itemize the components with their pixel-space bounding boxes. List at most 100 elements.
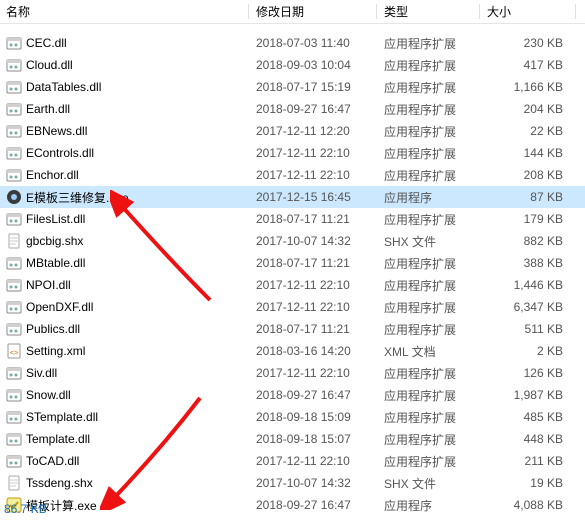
dll-icon: [6, 321, 22, 337]
file-name-label: FilesList.dll: [26, 212, 85, 226]
file-size-cell: 208 KB: [481, 168, 577, 182]
file-row[interactable]: 模板计算.exe2018-09-27 16:47应用程序4,088 KB: [0, 494, 585, 516]
dll-icon: [6, 431, 22, 447]
file-name-cell: E模板三维修复.exe: [0, 189, 250, 206]
file-type-cell: 应用程序扩展: [378, 321, 481, 338]
file-date-cell: 2018-09-03 10:04: [250, 58, 378, 72]
file-row[interactable]: Tssdeng.shx2017-10-07 14:32SHX 文件19 KB: [0, 472, 585, 494]
file-type-cell: 应用程序扩展: [378, 167, 481, 184]
file-size-cell: 1,446 KB: [481, 278, 577, 292]
file-row[interactable]: Snow.dll2018-09-27 16:47应用程序扩展1,987 KB: [0, 384, 585, 406]
file-row[interactable]: ToCAD.dll2017-12-11 22:10应用程序扩展211 KB: [0, 450, 585, 472]
file-name-label: Tssdeng.shx: [26, 476, 93, 490]
file-size-cell: 882 KB: [481, 234, 577, 248]
file-name-cell: MBtable.dll: [0, 255, 250, 271]
file-row[interactable]: Siv.dll2017-12-11 22:10应用程序扩展126 KB: [0, 362, 585, 384]
file-date-cell: 2018-03-16 14:20: [250, 344, 378, 358]
file-name-cell: <> Setting.xml: [0, 343, 250, 359]
column-header-date[interactable]: 修改日期: [250, 0, 378, 23]
file-row[interactable]: <>Setting.xml2018-03-16 14:20XML 文档2 KB: [0, 340, 585, 362]
file-type-cell: XML 文档: [378, 343, 481, 360]
file-name-cell: Earth.dll: [0, 101, 250, 117]
file-name-label: OpenDXF.dll: [26, 300, 93, 314]
file-name-cell: STemplate.dll: [0, 409, 250, 425]
file-type-cell: 应用程序扩展: [378, 101, 481, 118]
file-name-cell: Enchor.dll: [0, 167, 250, 183]
file-row[interactable]: E模板三维修复.exe2017-12-15 16:45应用程序87 KB: [0, 186, 585, 208]
file-type-cell: 应用程序扩展: [378, 409, 481, 426]
dll-icon: [6, 453, 22, 469]
file-row[interactable]: DataTables.dll2018-07-17 15:19应用程序扩展1,16…: [0, 76, 585, 98]
file-name-label: Setting.xml: [26, 344, 85, 358]
file-date-cell: 2017-10-07 14:32: [250, 234, 378, 248]
file-list: CEC.dll2018-07-03 11:40应用程序扩展230 KBCloud…: [0, 24, 585, 516]
dll-icon: [6, 299, 22, 315]
file-name-cell: Siv.dll: [0, 365, 250, 381]
file-name-label: Enchor.dll: [26, 168, 79, 182]
file-row[interactable]: Publics.dll2018-07-17 11:21应用程序扩展511 KB: [0, 318, 585, 340]
dll-icon: [6, 387, 22, 403]
file-name-label: Earth.dll: [26, 102, 70, 116]
file-size-cell: 144 KB: [481, 146, 577, 160]
file-date-cell: 2017-12-11 22:10: [250, 300, 378, 314]
file-name-label: Template.dll: [26, 432, 90, 446]
file-date-cell: 2018-09-27 16:47: [250, 388, 378, 402]
file-size-cell: 19 KB: [481, 476, 577, 490]
file-name-label: Publics.dll: [26, 322, 80, 336]
file-date-cell: 2018-09-18 15:09: [250, 410, 378, 424]
dll-icon: [6, 255, 22, 271]
file-type-cell: 应用程序扩展: [378, 365, 481, 382]
file-size-cell: 6,347 KB: [481, 300, 577, 314]
file-row[interactable]: Cloud.dll2018-09-03 10:04应用程序扩展417 KB: [0, 54, 585, 76]
file-row[interactable]: [0, 24, 585, 32]
file-name-cell: DataTables.dll: [0, 79, 250, 95]
column-header-type[interactable]: 类型: [378, 0, 481, 23]
file-name-label: gbcbig.shx: [26, 234, 83, 248]
file-row[interactable]: CEC.dll2018-07-03 11:40应用程序扩展230 KB: [0, 32, 585, 54]
file-row[interactable]: EBNews.dll2017-12-11 12:20应用程序扩展22 KB: [0, 120, 585, 142]
file-row[interactable]: OpenDXF.dll 2017-12-11 22:10应用程序扩展6,347 K…: [0, 296, 585, 318]
file-row[interactable]: Template.dll2018-09-18 15:07应用程序扩展448 KB: [0, 428, 585, 450]
file-name-cell: FilesList.dll: [0, 211, 250, 227]
dll-icon: [6, 123, 22, 139]
exe2-icon: [6, 189, 22, 205]
file-name-cell: gbcbig.shx: [0, 233, 250, 249]
file-type-cell: 应用程序扩展: [378, 35, 481, 52]
file-size-cell: 1,987 KB: [481, 388, 577, 402]
file-size-cell: 417 KB: [481, 58, 577, 72]
file-type-cell: 应用程序扩展: [378, 57, 481, 74]
file-row[interactable]: Earth.dll2018-09-27 16:47应用程序扩展204 KB: [0, 98, 585, 120]
file-row[interactable]: NPOI.dll2017-12-11 22:10应用程序扩展1,446 KB: [0, 274, 585, 296]
file-type-cell: 应用程序: [378, 189, 481, 206]
file-row[interactable]: Enchor.dll 2017-12-11 22:10应用程序扩展208 KB: [0, 164, 585, 186]
file-size-cell: 4,088 KB: [481, 498, 577, 512]
file-date-cell: 2018-09-27 16:47: [250, 102, 378, 116]
file-name-cell: CEC.dll: [0, 35, 250, 51]
file-type-cell: SHX 文件: [378, 233, 481, 250]
file-type-cell: 应用程序扩展: [378, 299, 481, 316]
file-name-cell: NPOI.dll: [0, 277, 250, 293]
file-row[interactable]: FilesList.dll2018-07-17 11:21应用程序扩展179 K…: [0, 208, 585, 230]
file-name-label: EControls.dll: [26, 146, 94, 160]
dll-icon: [6, 57, 22, 73]
file-date-cell: 2018-09-18 15:07: [250, 432, 378, 446]
file-date-cell: 2018-09-27 16:47: [250, 498, 378, 512]
file-type-cell: 应用程序扩展: [378, 453, 481, 470]
status-bar: 86.7 KB: [0, 498, 47, 520]
file-row[interactable]: EControls.dll2017-12-11 22:10应用程序扩展144 K…: [0, 142, 585, 164]
file-row[interactable]: gbcbig.shx 2017-10-07 14:32SHX 文件882 KB: [0, 230, 585, 252]
column-header-type-label: 类型: [384, 3, 408, 20]
column-header-size[interactable]: 大小: [481, 0, 577, 23]
file-name-cell: ToCAD.dll: [0, 453, 250, 469]
dll-icon: [6, 35, 22, 51]
file-row[interactable]: STemplate.dll2018-09-18 15:09应用程序扩展485 K…: [0, 406, 585, 428]
xml-icon: <>: [6, 343, 22, 359]
file-row[interactable]: MBtable.dll2018-07-17 11:21应用程序扩展388 KB: [0, 252, 585, 274]
column-header-name[interactable]: 名称: [0, 0, 250, 23]
dll-icon: [6, 167, 22, 183]
file-date-cell: 2018-07-17 11:21: [250, 256, 378, 270]
file-type-cell: 应用程序扩展: [378, 277, 481, 294]
file-date-cell: 2017-12-11 22:10: [250, 278, 378, 292]
file-date-cell: 2017-12-11 22:10: [250, 168, 378, 182]
file-type-cell: 应用程序扩展: [378, 211, 481, 228]
